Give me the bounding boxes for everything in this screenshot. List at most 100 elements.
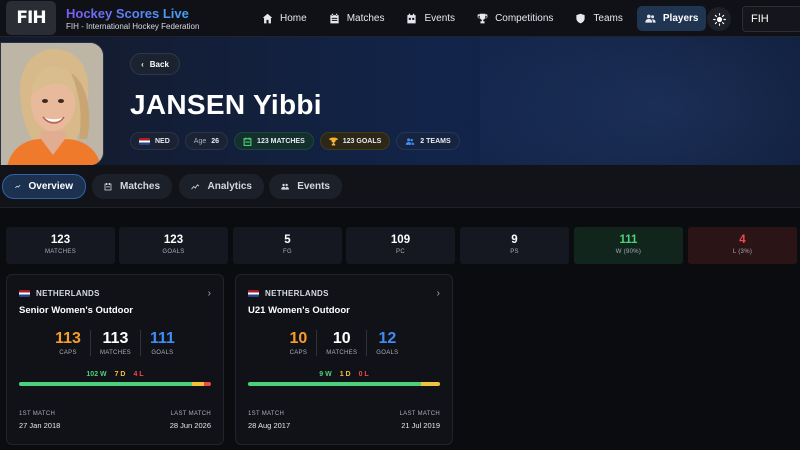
tab-matches[interactable]: Matches	[92, 174, 172, 199]
goals-chip-label: 123 GOALS	[342, 137, 382, 145]
nav-teams[interactable]: Teams	[567, 6, 630, 31]
nav-competitions[interactable]: Competitions	[469, 6, 561, 31]
nav-teams-label: Teams	[593, 13, 623, 24]
kpi-value: 12	[378, 330, 397, 347]
chevron-right-icon[interactable]: ›	[437, 288, 440, 299]
record-bar-wins	[248, 382, 421, 386]
stat-value: 111	[619, 234, 638, 246]
tab-overview[interactable]: Overview	[2, 174, 86, 199]
tab-overview-label: Overview	[28, 181, 73, 192]
nav-matches[interactable]: Matches	[321, 6, 393, 31]
tab-analytics[interactable]: Analytics	[179, 174, 264, 199]
tab-events[interactable]: Events	[269, 174, 342, 199]
trophy-icon	[329, 137, 338, 145]
stat-value: 4	[739, 234, 746, 246]
chevron-left-icon: ‹	[141, 59, 144, 69]
nav-players[interactable]: Players	[636, 6, 707, 31]
calendar-icon	[104, 183, 112, 191]
stat-value: 9	[511, 234, 518, 246]
match-dates: 1ST MATCH 28 Aug 2017 LAST MATCH 21 Jul …	[248, 411, 440, 430]
draws-text: 7 D	[114, 371, 126, 378]
last-match-date: 21 Jul 2019	[401, 421, 440, 430]
top-bar: FIH Hockey Scores Live FIH - Internation…	[0, 0, 800, 37]
losses-text: 4 L	[133, 371, 144, 378]
back-button[interactable]: ‹ Back	[130, 53, 180, 75]
trend-icon	[15, 184, 21, 189]
stat-value: 123	[50, 234, 71, 246]
team-card-senior[interactable]: NETHERLANDS › Senior Women's Outdoor 113…	[6, 274, 224, 445]
record-bar-wins	[19, 382, 193, 386]
analytics-icon	[191, 184, 200, 190]
app-subtitle: FIH - International Hockey Federation	[66, 22, 200, 31]
last-match-label: LAST MATCH	[170, 411, 211, 417]
stat-label: GOALS	[162, 249, 185, 255]
team-country: NETHERLANDS	[248, 289, 329, 298]
nav-competitions-label: Competitions	[495, 13, 554, 24]
kpi-goals: 12 GOALS	[366, 330, 407, 356]
nav-events-label: Events	[424, 13, 456, 24]
team-country: NETHERLANDS	[19, 289, 100, 298]
record-bar	[248, 382, 440, 386]
kpi-value: 111	[149, 330, 175, 347]
netherlands-flag-icon	[19, 290, 30, 297]
first-match: 1ST MATCH 28 Aug 2017	[248, 411, 290, 430]
calendar-icon	[407, 13, 417, 24]
match-dates: 1ST MATCH 27 Jan 2018 LAST MATCH 28 Jun …	[19, 411, 211, 430]
player-tabs: Overview Matches Analytics Events	[0, 165, 800, 208]
record-summary: 102 W 7 D 4 L	[7, 371, 223, 378]
first-match: 1ST MATCH 27 Jan 2018	[19, 411, 60, 430]
nav-home-label: Home	[280, 13, 307, 24]
matches-chip: 123 MATCHES	[234, 132, 314, 150]
losses-text: 0 L	[358, 371, 369, 378]
team-kpis: 10 CAPS 10 MATCHES 12 GOALS	[236, 330, 452, 356]
nav-home[interactable]: Home	[254, 6, 315, 31]
player-name: JANSEN Yibbi	[130, 89, 322, 120]
main-nav: Home Matches Events Competitions Teams P…	[254, 6, 707, 31]
nav-players-label: Players	[662, 13, 699, 24]
kpi-value: 10	[332, 330, 351, 347]
trophy-icon	[477, 13, 488, 24]
stat-label: PS	[510, 249, 519, 255]
tab-analytics-label: Analytics	[207, 181, 252, 192]
kpi-caps: 113 CAPS	[46, 330, 90, 356]
users-icon	[281, 183, 289, 190]
brand: Hockey Scores Live FIH - International H…	[66, 6, 199, 31]
back-label: Back	[149, 59, 169, 69]
kpi-label: CAPS	[59, 350, 77, 356]
stat-pc: 109 PC	[346, 227, 455, 264]
kpi-value: 113	[102, 330, 129, 347]
tab-matches-label: Matches	[119, 181, 160, 192]
kpi-value: 10	[289, 330, 308, 347]
record-bar-draws	[420, 382, 440, 386]
app-title[interactable]: Hockey Scores Live	[66, 6, 199, 21]
age-chip: Age 26	[184, 132, 229, 150]
home-icon	[262, 13, 273, 24]
team-country-label: NETHERLANDS	[265, 289, 329, 298]
kpi-label: MATCHES	[326, 350, 358, 356]
stat-goals: 123 GOALS	[119, 227, 228, 264]
search-input[interactable]	[742, 6, 800, 32]
stat-value: 5	[284, 234, 291, 246]
nav-events[interactable]: Events	[398, 6, 463, 31]
netherlands-flag-icon	[139, 137, 150, 145]
stat-label: MATCHES	[45, 249, 76, 255]
fih-logo[interactable]: FIH	[6, 1, 56, 35]
theme-toggle-button[interactable]	[707, 7, 731, 31]
last-match: LAST MATCH 28 Jun 2026	[170, 411, 211, 430]
player-hero: ‹ Back JANSEN Yibbi NED Age 26 123 MATCH…	[0, 37, 800, 165]
team-card-u21[interactable]: NETHERLANDS › U21 Women's Outdoor 10 CAP…	[235, 274, 453, 445]
kpi-matches: 113 MATCHES	[89, 330, 140, 356]
age-value: 26	[211, 137, 220, 145]
record-bar-draws	[192, 382, 205, 386]
chevron-right-icon[interactable]: ›	[208, 288, 211, 299]
kpi-goals: 111 GOALS	[139, 330, 184, 356]
matches-chip-label: 123 MATCHES	[257, 137, 305, 145]
teams-chip: 2 TEAMS	[396, 132, 460, 150]
country-chip: NED	[130, 132, 179, 150]
sun-icon	[712, 12, 726, 26]
last-match-date: 28 Jun 2026	[169, 421, 211, 430]
stat-value: 123	[163, 234, 184, 246]
team-name: U21 Women's Outdoor	[248, 305, 350, 316]
stat-fg: 5 FG	[233, 227, 342, 264]
kpi-label: GOALS	[151, 350, 174, 356]
